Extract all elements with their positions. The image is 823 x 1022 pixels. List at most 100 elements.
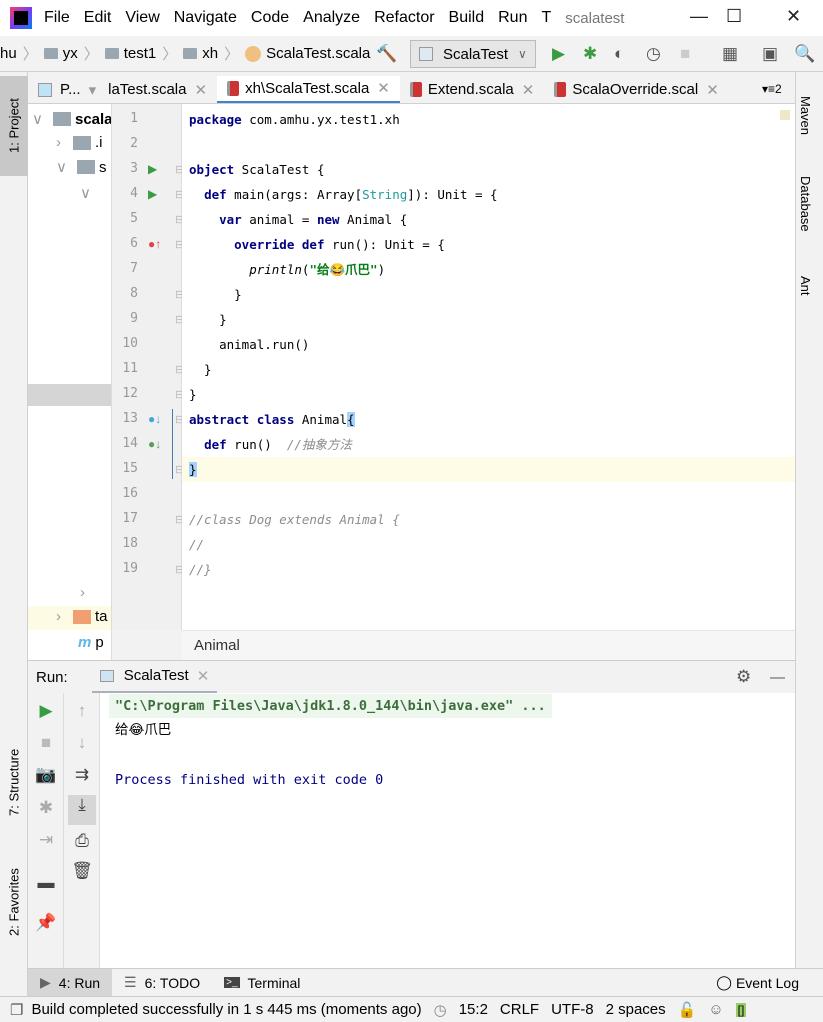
- line-number[interactable]: 5: [112, 211, 138, 226]
- coverage-icon[interactable]: ◐: [614, 44, 624, 64]
- run-config-select[interactable]: ScalaTest ∨: [410, 40, 536, 68]
- rerun-icon[interactable]: ▶: [28, 701, 64, 721]
- console-output[interactable]: "C:\Program Files\Java\jdk1.8.0_144\bin\…: [100, 693, 795, 968]
- line-number[interactable]: 1: [112, 111, 138, 126]
- close-icon[interactable]: ✕: [522, 81, 535, 99]
- breadcrumb-item[interactable]: ScalaTest.scala: [245, 45, 370, 62]
- menu-navigate[interactable]: Navigate: [174, 9, 237, 27]
- tree-item-src[interactable]: ∨ s: [56, 158, 106, 177]
- pin-icon[interactable]: 📌: [28, 913, 64, 933]
- run-gutter-icon[interactable]: ▶: [148, 162, 157, 176]
- implemented-icon[interactable]: ●↓: [148, 437, 161, 451]
- tree-item-root[interactable]: ∨ scala: [32, 110, 111, 129]
- scroll-to-end-icon[interactable]: ⤓: [68, 795, 96, 825]
- menu-file[interactable]: File: [44, 9, 70, 27]
- close-icon[interactable]: ✕: [377, 79, 390, 97]
- line-number[interactable]: 15: [112, 461, 138, 476]
- implemented-icon[interactable]: ●↓: [148, 412, 161, 426]
- menu-code[interactable]: Code: [251, 9, 289, 27]
- line-number[interactable]: 9: [112, 311, 138, 326]
- editor-tab[interactable]: Extend.scala ✕: [400, 76, 544, 103]
- stop-icon[interactable]: ■: [680, 44, 690, 64]
- tree-item-idea[interactable]: › .i: [56, 134, 103, 151]
- database-tool-tab[interactable]: Database: [798, 176, 813, 232]
- minimize-button[interactable]: —: [690, 6, 708, 27]
- editor-tab[interactable]: ScalaOverride.scal ✕: [544, 76, 728, 103]
- inspector-icon[interactable]: ☺: [708, 1001, 723, 1018]
- project-structure-icon[interactable]: ▦: [722, 44, 738, 64]
- exit-icon[interactable]: ⇥: [28, 830, 64, 850]
- line-number[interactable]: 7: [112, 261, 138, 276]
- line-number[interactable]: 11: [112, 361, 138, 376]
- arrow-up-icon[interactable]: ↑: [64, 701, 100, 721]
- build-hammer-icon[interactable]: 🔨: [376, 44, 397, 64]
- code-lines[interactable]: package com.amhu.yx.test1.xh object Scala…: [182, 104, 795, 630]
- line-number[interactable]: 18: [112, 536, 138, 551]
- run-gutter-icon[interactable]: ▶: [148, 187, 157, 201]
- search-icon[interactable]: 🔍: [794, 44, 815, 64]
- menu-edit[interactable]: Edit: [84, 9, 112, 27]
- tree-item-target[interactable]: › ta: [56, 608, 108, 625]
- arrow-down-icon[interactable]: ↓: [64, 733, 100, 753]
- run-icon[interactable]: ▶: [552, 44, 565, 64]
- file-encoding[interactable]: UTF-8: [551, 1001, 594, 1018]
- line-number[interactable]: 4: [112, 186, 138, 201]
- menu-analyze[interactable]: Analyze: [303, 9, 360, 27]
- gear-icon[interactable]: ⚙: [736, 667, 751, 687]
- tabs-overflow-button[interactable]: ▾≡2: [762, 82, 782, 96]
- status-message[interactable]: Build completed successfully in 1 s 445 …: [31, 1001, 421, 1018]
- line-number[interactable]: 6: [112, 236, 138, 251]
- project-tool-tab[interactable]: 1: Project: [0, 76, 28, 176]
- line-number[interactable]: 19: [112, 561, 138, 576]
- structure-tool-tab[interactable]: 7: Structure: [0, 732, 28, 832]
- line-number[interactable]: 13: [112, 411, 138, 426]
- close-icon[interactable]: ✕: [194, 81, 207, 99]
- line-number[interactable]: 2: [112, 136, 138, 151]
- breadcrumb-item[interactable]: test1: [104, 45, 156, 62]
- editor-tab[interactable]: P... ▾: [28, 76, 106, 103]
- overrides-icon[interactable]: ●↑: [148, 237, 161, 251]
- run-tab-scalatest[interactable]: ScalaTest ✕: [91, 661, 218, 694]
- breadcrumb-item[interactable]: yx: [43, 45, 78, 62]
- indent-setting[interactable]: 2 spaces: [606, 1001, 666, 1018]
- line-number[interactable]: 3: [112, 161, 138, 176]
- menu-t[interactable]: T: [541, 9, 551, 27]
- stop-icon[interactable]: ■: [28, 733, 64, 753]
- tree-item-pom[interactable]: mp: [78, 634, 104, 651]
- line-separator[interactable]: CRLF: [500, 1001, 539, 1018]
- breadcrumb-item[interactable]: xh: [183, 45, 218, 62]
- terminal-tool-tab[interactable]: >_ Terminal: [212, 969, 312, 997]
- close-icon[interactable]: ✕: [197, 667, 210, 685]
- editor-tab[interactable]: xh\ScalaTest.scala ✕: [217, 76, 400, 103]
- chevron-down-icon[interactable]: ▾: [89, 81, 97, 99]
- favorites-tool-tab[interactable]: 2: Favorites: [0, 852, 28, 952]
- toggle-panels-icon[interactable]: ❐: [10, 1001, 23, 1019]
- close-icon[interactable]: ✕: [706, 81, 719, 99]
- caret-position[interactable]: 15:2: [459, 1001, 488, 1018]
- event-log-tab[interactable]: ◯ Event Log: [704, 969, 811, 997]
- editor-breadcrumb[interactable]: Animal: [182, 630, 795, 660]
- maven-tool-tab[interactable]: Maven: [798, 96, 813, 135]
- breadcrumb-item[interactable]: hu: [0, 45, 17, 62]
- close-button[interactable]: ✕: [786, 6, 801, 27]
- line-number[interactable]: 8: [112, 286, 138, 301]
- menu-refactor[interactable]: Refactor: [374, 9, 434, 27]
- line-number[interactable]: 17: [112, 511, 138, 526]
- soft-wrap-icon[interactable]: ⇉: [64, 765, 100, 785]
- line-number[interactable]: 16: [112, 486, 138, 501]
- trash-icon[interactable]: 🗑: [64, 861, 100, 881]
- run-tool-tab[interactable]: ▶ 4: Run: [28, 968, 113, 997]
- menu-build[interactable]: Build: [449, 9, 485, 27]
- ant-tool-tab[interactable]: Ant: [798, 276, 813, 296]
- profile-icon[interactable]: ◷: [646, 44, 661, 64]
- lock-icon[interactable]: 🔓: [678, 1001, 697, 1019]
- line-number[interactable]: 10: [112, 336, 138, 351]
- editor-tab[interactable]: laTest.scala ✕: [106, 76, 217, 103]
- debug-icon[interactable]: ✱: [583, 44, 597, 64]
- line-number[interactable]: 14: [112, 436, 138, 451]
- run-anything-icon[interactable]: ▣: [762, 44, 778, 64]
- print-icon[interactable]: ⎙: [64, 831, 100, 851]
- inspection-indicator[interactable]: [780, 110, 790, 120]
- menu-view[interactable]: View: [125, 9, 159, 27]
- line-number[interactable]: 12: [112, 386, 138, 401]
